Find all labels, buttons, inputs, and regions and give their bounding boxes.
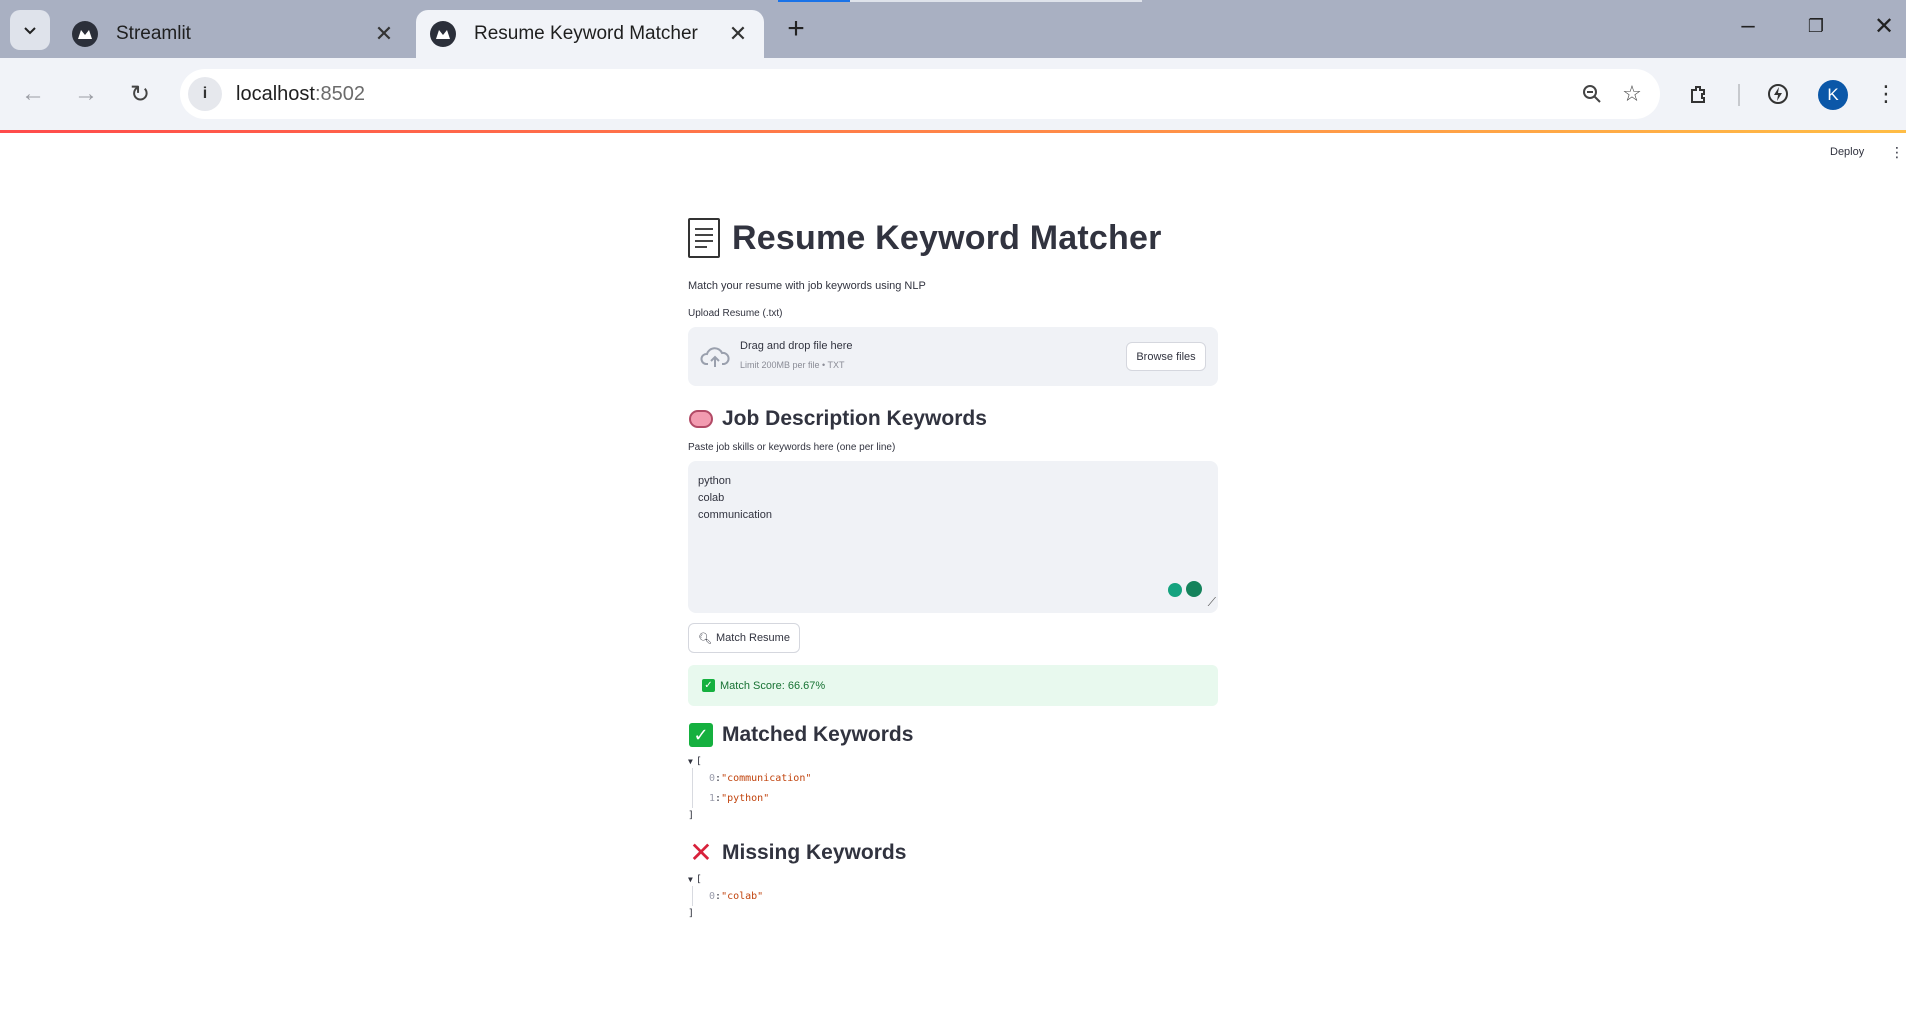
json-item: 0 : "colab": [709, 890, 764, 902]
minimize-icon[interactable]: –: [1728, 12, 1768, 40]
keywords-heading: Job Description Keywords: [688, 406, 1218, 432]
check-icon: ✓: [702, 679, 715, 692]
keywords-textarea[interactable]: python colab communication ⟋: [688, 461, 1218, 613]
browse-files-button[interactable]: Browse files: [1126, 342, 1206, 371]
textarea-line: python: [698, 475, 732, 487]
document-icon: [688, 218, 720, 258]
missing-heading: ✕ Missing Keywords: [689, 837, 907, 868]
json-close: ]: [688, 907, 695, 919]
menu-icon[interactable]: ⋮: [1868, 76, 1904, 112]
collapse-caret-icon: ▼: [688, 874, 693, 884]
page-title-text: Resume Keyword Matcher: [732, 218, 1162, 257]
address-bar[interactable]: i localhost:8502 ☆: [180, 69, 1660, 119]
dropzone-instructions: Drag and drop file here: [740, 340, 853, 352]
grammarly-icon[interactable]: [1186, 581, 1202, 597]
json-open[interactable]: ▼[: [688, 754, 1218, 768]
tab-resume-keyword-matcher[interactable]: Resume Keyword Matcher ✕: [416, 10, 764, 58]
streamlit-favicon-icon: [72, 21, 98, 47]
deploy-button[interactable]: Deploy: [1830, 146, 1864, 158]
matched-json: ▼[ 0 : "communication" 1 : "python" ]: [688, 754, 1218, 822]
textarea-line: communication: [698, 509, 772, 521]
cloud-upload-icon: [700, 347, 730, 367]
zoom-icon[interactable]: [1572, 74, 1612, 114]
match-score-text: Match Score: 66.67%: [720, 679, 826, 692]
match-score-alert: ✓ Match Score: 66.67%: [688, 665, 1218, 706]
browser-toolbar: ← → ↻ i localhost:8502 ☆ ⋮: [0, 58, 1906, 130]
check-mark-icon: ✓: [688, 722, 714, 748]
main-content: Resume Keyword Matcher Match your resume…: [688, 210, 1218, 920]
page-caption: Match your resume with job keywords usin…: [688, 280, 926, 292]
cross-mark-icon: ✕: [689, 837, 713, 868]
missing-json: ▼[ 0 : "colab" ]: [688, 872, 1218, 920]
brain-icon: [688, 406, 714, 432]
textarea-line: colab: [698, 492, 725, 504]
main-menu-icon[interactable]: ⋮: [1890, 144, 1904, 161]
profile-avatar[interactable]: K: [1818, 80, 1848, 110]
reload-icon[interactable]: ↻: [122, 76, 158, 112]
tab-loading-bar: [778, 0, 1142, 2]
performance-icon[interactable]: [1760, 76, 1796, 112]
extensions-icon[interactable]: [1681, 76, 1717, 112]
close-window-icon[interactable]: ✕: [1864, 12, 1904, 41]
keywords-textarea-label: Paste job skills or keywords here (one p…: [688, 442, 896, 453]
star-icon[interactable]: ☆: [1612, 74, 1652, 114]
upload-label: Upload Resume (.txt): [688, 308, 783, 319]
streamlit-decoration-bar: [0, 130, 1906, 133]
close-tab-icon[interactable]: ✕: [372, 21, 396, 47]
close-tab-icon[interactable]: ✕: [726, 21, 750, 47]
match-resume-button[interactable]: 🔍︎ Match Resume: [688, 623, 800, 653]
magnifier-icon: 🔍︎: [698, 632, 712, 645]
matched-heading: ✓ Matched Keywords: [688, 722, 1218, 748]
resize-handle-icon[interactable]: ⟋: [1208, 594, 1216, 611]
new-tab-button[interactable]: +: [780, 14, 812, 44]
streamlit-favicon-icon: [430, 21, 456, 47]
url-text[interactable]: localhost:8502: [236, 83, 1572, 106]
json-open[interactable]: ▼[: [688, 872, 1218, 886]
toolbar-separator: [1738, 84, 1740, 106]
browser-tab-bar: Streamlit ✕ Resume Keyword Matcher ✕ + –…: [0, 0, 1906, 58]
json-item: 0 : "communication": [709, 772, 812, 784]
info-icon[interactable]: i: [188, 77, 222, 111]
page-title: Resume Keyword Matcher: [688, 210, 1218, 266]
collapse-caret-icon: ▼: [688, 756, 693, 766]
json-close: ]: [688, 809, 695, 821]
file-uploader-dropzone[interactable]: Drag and drop file here Limit 200MB per …: [688, 327, 1218, 386]
forward-icon[interactable]: →: [68, 76, 104, 112]
tab-streamlit[interactable]: Streamlit ✕: [58, 10, 410, 58]
grammarly-assist-icon[interactable]: [1168, 583, 1182, 597]
tab-title: Resume Keyword Matcher: [474, 23, 698, 44]
tab-title: Streamlit: [116, 23, 191, 44]
json-item: 1 : "python": [709, 792, 770, 804]
tab-search-button[interactable]: [10, 10, 50, 50]
restore-icon[interactable]: ❐: [1796, 16, 1836, 37]
dropzone-limit: Limit 200MB per file • TXT: [740, 360, 845, 370]
back-icon[interactable]: ←: [15, 76, 51, 112]
chevron-down-icon: [24, 27, 36, 35]
